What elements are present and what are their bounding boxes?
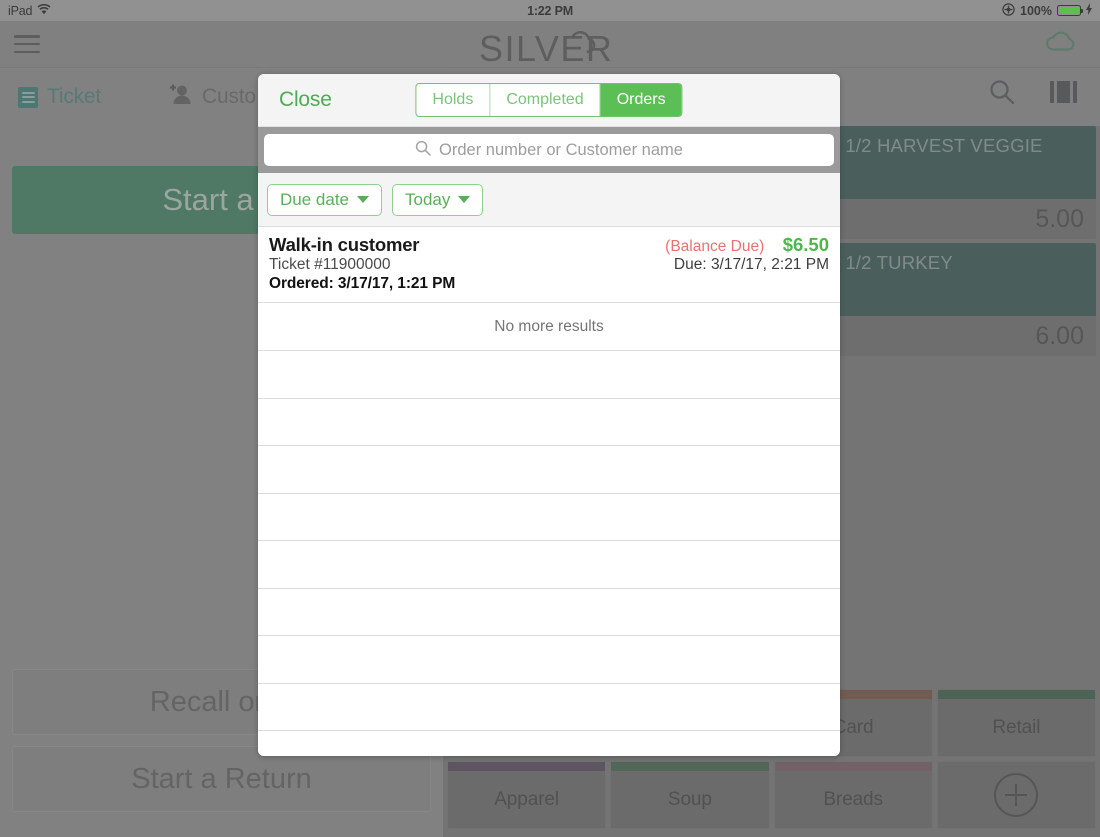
order-ticket-number: Ticket #11900000 [269,256,391,273]
product-tile[interactable]: 1/2 TURKEY 6.00 [835,243,1096,356]
tab-ticket[interactable]: Ticket [0,68,101,126]
category-color-bar [774,762,932,771]
silver-logo-mark: SILVER [479,28,613,69]
order-ordered-time: Ordered: 3/17/17, 1:21 PM [269,275,456,292]
tab-customer[interactable]: Custo [101,68,256,126]
filter-today[interactable]: Today [392,183,484,216]
order-status-badge: (Balance Due) [665,238,765,255]
product-price: 6.00 [835,316,1096,356]
order-row-top: Walk-in customer (Balance Due) $6.50 [269,234,829,256]
search-placeholder: Order number or Customer name [439,140,683,159]
barcode-grid-icon[interactable] [1050,79,1082,110]
list-item [258,589,840,636]
product-name: 1/2 TURKEY [835,243,1096,316]
category-label: Retail [992,716,1041,738]
product-price: 5.00 [835,199,1096,239]
ios-status-bar: iPad 1:22 PM 100% [0,0,1100,21]
app-nav-bar: SILVER [0,21,1100,69]
add-customer-icon [167,84,193,111]
search-input[interactable]: Order number or Customer name [264,134,834,166]
list-item [258,636,840,684]
ipad-screen: iPad 1:22 PM 100% SILVER Ticket Custo St… [0,0,1100,837]
category-tile-retail[interactable]: Retail [936,689,1096,757]
segment-holds[interactable]: Holds [416,84,491,116]
orders-list[interactable]: Walk-in customer (Balance Due) $6.50 Tic… [258,227,840,756]
tab-ticket-label: Ticket [47,85,102,108]
filter-row: Due date Today [258,173,840,227]
plus-circle-icon [994,773,1039,817]
list-item [258,399,840,446]
list-item [258,731,840,756]
product-name: 1/2 HARVEST VEGGIE [835,126,1096,199]
filter-due-date-label: Due date [280,189,349,209]
status-bar-time: 1:22 PM [527,3,573,18]
category-tile-apparel[interactable]: Apparel [447,761,607,829]
product-tile[interactable]: 1/2 HARVEST VEGGIE 5.00 [835,126,1096,239]
close-button[interactable]: Close [279,88,332,112]
list-item [258,446,840,494]
order-amount: $6.50 [782,234,829,255]
add-category-button[interactable] [936,761,1096,829]
list-item [258,494,840,541]
rotation-lock-icon [1002,2,1015,19]
modal-header: Close Holds Completed Orders [258,74,840,127]
category-label: Breads [823,788,883,810]
category-label: Soup [667,788,712,810]
battery-icon [1057,5,1083,16]
order-amount-group: (Balance Due) $6.50 [665,234,829,256]
cloud-icon[interactable] [1044,30,1078,59]
segmented-control: Holds Completed Orders [415,83,683,117]
category-tile-breads[interactable]: Breads [773,761,933,829]
brand-logo: SILVER [0,22,1100,69]
product-panel-toolbar [988,78,1082,111]
order-customer-name: Walk-in customer [269,234,420,255]
list-item [258,541,840,589]
orders-modal: Close Holds Completed Orders Order numbe… [258,74,840,756]
category-color-bar [611,762,769,771]
list-icon [18,86,38,108]
segment-orders[interactable]: Orders [600,84,682,116]
list-item [258,351,840,399]
tab-customer-label: Custo [202,85,256,108]
svg-text:SILVER: SILVER [479,28,613,66]
category-label: Apparel [494,788,560,810]
list-item [258,684,840,731]
order-due-time: Due: 3/17/17, 2:21 PM [673,256,829,273]
modal-search-bar: Order number or Customer name [258,127,840,173]
category-color-bar [937,690,1095,699]
category-tile-soup[interactable]: Soup [610,761,770,829]
battery-percent: 100% [1020,3,1052,18]
search-icon [415,140,431,161]
status-bar-right: 100% [1002,0,1092,21]
lightning-bolt-icon [1086,3,1092,18]
filter-today-label: Today [405,189,451,209]
chevron-down-icon [357,196,369,203]
segment-completed[interactable]: Completed [490,84,601,116]
chevron-down-icon [458,196,471,203]
category-color-bar [448,762,606,771]
search-icon[interactable] [988,78,1016,111]
filter-due-date[interactable]: Due date [267,183,382,216]
order-row-mid: Ticket #11900000 Due: 3/17/17, 2:21 PM [269,256,829,274]
order-row[interactable]: Walk-in customer (Balance Due) $6.50 Tic… [258,227,840,303]
no-more-results: No more results [258,303,840,351]
